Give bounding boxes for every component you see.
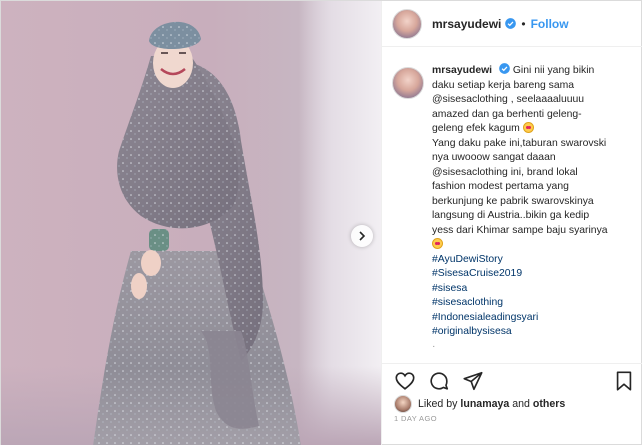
verified-badge-icon bbox=[499, 63, 510, 74]
hashtag-link[interactable]: #sisesaclothing bbox=[432, 296, 632, 311]
separator-dot: • bbox=[521, 16, 526, 31]
chevron-right-icon bbox=[359, 231, 366, 241]
caption-line: langsung di Austria..bikin ga kedip bbox=[432, 210, 590, 221]
liker-username[interactable]: lunamaya bbox=[460, 398, 509, 410]
follow-button[interactable]: Follow bbox=[531, 17, 569, 31]
hashtag-link[interactable]: #originalbysisesa bbox=[432, 325, 632, 340]
caption-line: fashion modest pertama yang bbox=[432, 181, 569, 192]
next-photo-button[interactable] bbox=[351, 225, 373, 247]
liked-by-and: and bbox=[512, 398, 530, 410]
post-caption: mrsayudewi Gini nii yang bikin daku seti… bbox=[392, 63, 632, 363]
hashtag-link[interactable]: #sisesa bbox=[432, 282, 632, 297]
liked-by-row: Liked by lunamaya and others bbox=[394, 395, 565, 413]
hashtag-link[interactable]: #Indonesialeadingsyari bbox=[432, 311, 632, 326]
caption-line: @sisesaclothing ini, brand lokal bbox=[432, 166, 578, 178]
header-username[interactable]: mrsayudewi bbox=[432, 17, 501, 31]
hashtag-link[interactable]: #SisesaCruise2019 bbox=[432, 267, 632, 282]
heart-eyes-emoji-icon bbox=[432, 238, 443, 249]
caption-line: berkunjung ke pabrik swarovskinya bbox=[432, 195, 594, 207]
post-side-panel: mrsayudewi • Follow mrsayudewi Gini nii … bbox=[381, 1, 642, 445]
share-icon[interactable] bbox=[462, 370, 484, 392]
caption-line: geleng efek kagum bbox=[432, 123, 520, 134]
caption-line: Yang daku pake ini,taburan swarovski bbox=[432, 137, 607, 149]
heart-icon[interactable] bbox=[394, 370, 416, 392]
post-actions: Liked by lunamaya and others 1 DAY AGO bbox=[382, 363, 642, 445]
caption-line: nya uwooow sangat daaan bbox=[432, 152, 556, 163]
caption-continuation: · bbox=[432, 340, 436, 352]
caption-text: mrsayudewi Gini nii yang bikin daku seti… bbox=[432, 63, 632, 363]
caption-line: amazed dan ga berhenti geleng- bbox=[432, 108, 582, 120]
hashtag-link[interactable]: #AyuDewiStory bbox=[432, 253, 632, 268]
liked-by-prefix: Liked by bbox=[418, 398, 458, 410]
woman-in-gray-khimar-illustration bbox=[93, 21, 301, 445]
instagram-post: mrsayudewi • Follow mrsayudewi Gini nii … bbox=[0, 0, 642, 445]
caption-line: @sisesaclothing , seelaaaaluuuu bbox=[432, 94, 585, 105]
post-photo[interactable] bbox=[1, 1, 381, 445]
comment-icon[interactable] bbox=[428, 370, 450, 392]
bookmark-icon[interactable] bbox=[613, 370, 635, 392]
caption-line: Gini nii yang bikin bbox=[512, 65, 595, 76]
caption-line: yess dari Khimar sampe baju syarinya bbox=[432, 224, 608, 236]
heart-eyes-emoji-icon bbox=[522, 122, 534, 133]
verified-badge-icon bbox=[505, 18, 517, 29]
avatar[interactable] bbox=[392, 8, 422, 39]
liker-avatar[interactable] bbox=[394, 395, 412, 413]
post-header: mrsayudewi • Follow bbox=[382, 1, 642, 47]
caption-avatar[interactable] bbox=[392, 67, 424, 99]
caption-username[interactable]: mrsayudewi bbox=[432, 65, 492, 76]
post-timestamp[interactable]: 1 DAY AGO bbox=[394, 414, 437, 423]
liked-by-others[interactable]: others bbox=[533, 398, 565, 410]
caption-line: daku setiap kerja bareng sama bbox=[432, 79, 575, 91]
